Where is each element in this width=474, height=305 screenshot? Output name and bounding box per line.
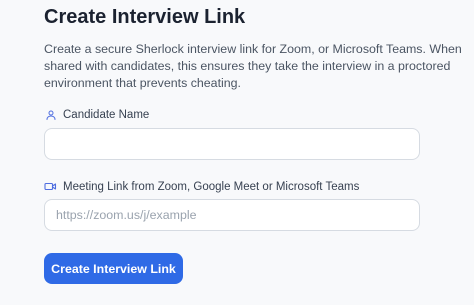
meeting-link-label-text: Meeting Link from Zoom, Google Meet or M… [63,180,360,193]
page-title: Create Interview Link [44,6,246,28]
page-description: Create a secure Sherlock interview link … [44,42,462,90]
meeting-link-label: Meeting Link from Zoom, Google Meet or M… [44,180,359,193]
candidate-name-label: Candidate Name [44,108,149,121]
user-icon [44,108,57,121]
create-interview-link-button[interactable]: Create Interview Link [44,253,183,284]
candidate-name-label-text: Candidate Name [63,108,150,121]
video-camera-icon [44,180,57,193]
meeting-link-input[interactable] [44,199,420,231]
candidate-name-input[interactable] [44,128,420,160]
